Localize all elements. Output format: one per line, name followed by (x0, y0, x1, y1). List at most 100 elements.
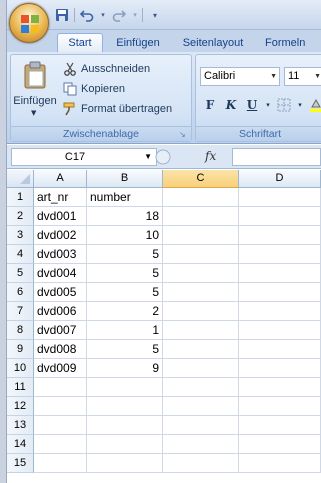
column-header-d[interactable]: D (239, 170, 321, 188)
cell-d11[interactable] (239, 378, 321, 397)
cell-b7[interactable]: 2 (87, 302, 163, 321)
cell-c5[interactable] (163, 264, 239, 283)
paste-button[interactable]: Einfügen ▼ (13, 59, 57, 123)
cell-b9[interactable]: 5 (87, 340, 163, 359)
cell-d7[interactable] (239, 302, 321, 321)
font-size-select[interactable]: 11 ▼ (284, 67, 321, 86)
select-all-corner[interactable] (7, 170, 34, 188)
tab-seitenlayout[interactable]: Seitenlayout (173, 33, 253, 52)
row-header-15[interactable]: 15 (7, 454, 34, 473)
office-button[interactable] (9, 3, 49, 43)
name-box[interactable]: C17 ▼ (11, 148, 157, 166)
cell-d5[interactable] (239, 264, 321, 283)
cell-d15[interactable] (239, 454, 321, 473)
cut-button[interactable]: Ausschneiden (63, 60, 150, 78)
cell-b11[interactable] (87, 378, 163, 397)
cell-b15[interactable] (87, 454, 163, 473)
row-header-2[interactable]: 2 (7, 207, 34, 226)
cell-b10[interactable]: 9 (87, 359, 163, 378)
cell-c9[interactable] (163, 340, 239, 359)
underline-dropdown-icon[interactable]: ▾ (263, 95, 273, 115)
cell-a6[interactable]: dvd005 (34, 283, 87, 302)
cell-a9[interactable]: dvd008 (34, 340, 87, 359)
column-header-a[interactable]: A (34, 170, 87, 188)
cell-c10[interactable] (163, 359, 239, 378)
cell-a11[interactable] (34, 378, 87, 397)
fill-color-icon[interactable] (306, 95, 321, 115)
font-family-select[interactable]: Calibri ▼ (200, 67, 280, 86)
cell-a15[interactable] (34, 454, 87, 473)
column-header-c[interactable]: C (163, 170, 239, 188)
cell-a8[interactable]: dvd007 (34, 321, 87, 340)
cell-a14[interactable] (34, 435, 87, 454)
tab-einfuegen[interactable]: Einfügen (107, 33, 169, 52)
cell-b6[interactable]: 5 (87, 283, 163, 302)
underline-button[interactable]: U (242, 95, 262, 115)
formula-bar-expand-icon[interactable] (153, 148, 173, 166)
cell-d1[interactable] (239, 188, 321, 207)
row-header-1[interactable]: 1 (7, 188, 34, 207)
cell-b8[interactable]: 1 (87, 321, 163, 340)
cell-b13[interactable] (87, 416, 163, 435)
cell-b14[interactable] (87, 435, 163, 454)
cell-d8[interactable] (239, 321, 321, 340)
cell-c7[interactable] (163, 302, 239, 321)
cell-a4[interactable]: dvd003 (34, 245, 87, 264)
row-header-14[interactable]: 14 (7, 435, 34, 454)
cell-d9[interactable] (239, 340, 321, 359)
cell-a2[interactable]: dvd001 (34, 207, 87, 226)
column-header-b[interactable]: B (87, 170, 163, 188)
cell-b12[interactable] (87, 397, 163, 416)
row-header-13[interactable]: 13 (7, 416, 34, 435)
undo-dropdown-icon[interactable]: ▾ (99, 6, 107, 24)
cell-d14[interactable] (239, 435, 321, 454)
cell-a13[interactable] (34, 416, 87, 435)
cell-d4[interactable] (239, 245, 321, 264)
cell-b4[interactable]: 5 (87, 245, 163, 264)
cell-a1[interactable]: art_nr (34, 188, 87, 207)
italic-button[interactable]: K (221, 95, 241, 115)
borders-dropdown-icon[interactable]: ▾ (295, 95, 305, 115)
formula-input[interactable] (232, 148, 321, 166)
cell-a5[interactable]: dvd004 (34, 264, 87, 283)
redo-dropdown-icon[interactable]: ▾ (131, 6, 139, 24)
cell-b3[interactable]: 10 (87, 226, 163, 245)
cell-d3[interactable] (239, 226, 321, 245)
cell-b1[interactable]: number (87, 188, 163, 207)
cell-c11[interactable] (163, 378, 239, 397)
insert-function-icon[interactable]: fx (205, 149, 216, 163)
row-header-4[interactable]: 4 (7, 245, 34, 264)
cell-a10[interactable]: dvd009 (34, 359, 87, 378)
cell-c13[interactable] (163, 416, 239, 435)
copy-button[interactable]: Kopieren (63, 80, 125, 98)
cell-d2[interactable] (239, 207, 321, 226)
cell-a12[interactable] (34, 397, 87, 416)
cell-c15[interactable] (163, 454, 239, 473)
row-header-9[interactable]: 9 (7, 340, 34, 359)
cell-c6[interactable] (163, 283, 239, 302)
tab-formeln[interactable]: Formeln (257, 33, 321, 52)
cell-b2[interactable]: 18 (87, 207, 163, 226)
row-header-12[interactable]: 12 (7, 397, 34, 416)
cell-d6[interactable] (239, 283, 321, 302)
clipboard-dialog-launcher-icon[interactable]: ↘ (179, 130, 188, 139)
row-header-10[interactable]: 10 (7, 359, 34, 378)
cell-c12[interactable] (163, 397, 239, 416)
customize-qat-icon[interactable]: ▾ (146, 6, 164, 24)
cell-c2[interactable] (163, 207, 239, 226)
cell-c14[interactable] (163, 435, 239, 454)
cell-c4[interactable] (163, 245, 239, 264)
undo-icon[interactable] (78, 6, 96, 24)
borders-icon[interactable] (274, 95, 294, 115)
row-header-11[interactable]: 11 (7, 378, 34, 397)
cell-d10[interactable] (239, 359, 321, 378)
row-header-6[interactable]: 6 (7, 283, 34, 302)
row-header-5[interactable]: 5 (7, 264, 34, 283)
cell-c3[interactable] (163, 226, 239, 245)
bold-button[interactable]: F (200, 95, 220, 115)
paste-dropdown-icon[interactable]: ▼ (31, 109, 36, 117)
cell-c1[interactable] (163, 188, 239, 207)
cell-d12[interactable] (239, 397, 321, 416)
cell-a3[interactable]: dvd002 (34, 226, 87, 245)
row-header-7[interactable]: 7 (7, 302, 34, 321)
